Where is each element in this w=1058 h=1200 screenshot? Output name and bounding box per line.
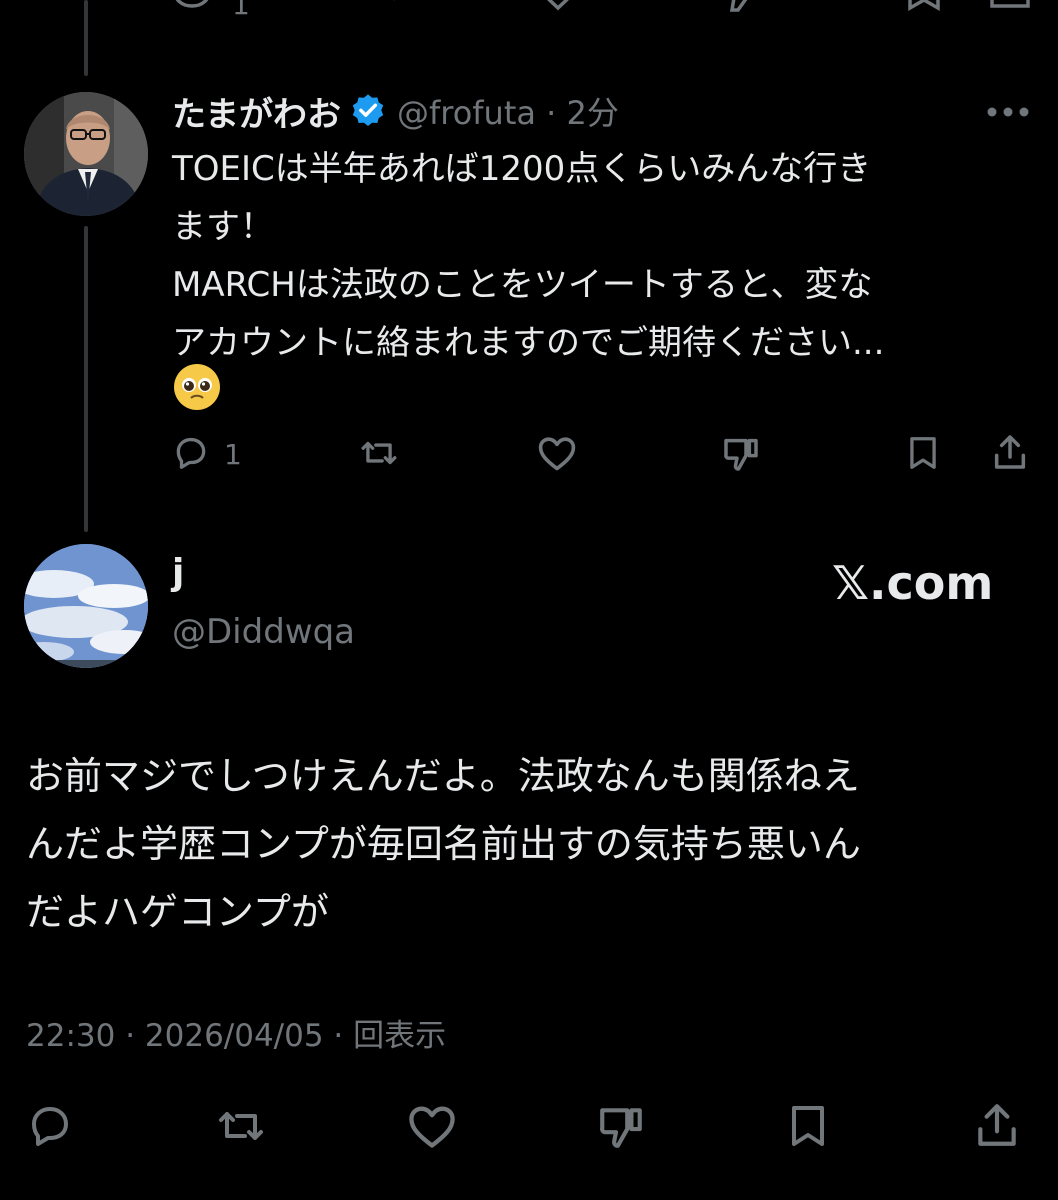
share-icon[interactable] — [988, 0, 1032, 18]
tweet-text: お前マジでしつけえんだよ。法政なんも関係ねえ んだよ学歴コンプが毎回名前出すの気… — [26, 742, 1036, 946]
author-name[interactable]: j — [172, 552, 184, 593]
bookmark-icon[interactable] — [784, 1102, 832, 1150]
dislike-icon[interactable] — [596, 1102, 646, 1152]
tweet-text-line: んだよ学歴コンプが毎回名前出すの気持ち悪いん — [26, 822, 861, 866]
tweet-text-line: アカウントに絡まれますのでご期待ください... — [172, 323, 885, 363]
bookmark-icon[interactable] — [904, 434, 942, 472]
retweet-icon[interactable] — [358, 434, 400, 472]
verified-badge-icon — [349, 92, 387, 130]
tweet-header: たまがわお @frofuta · 2分 — [172, 86, 619, 136]
more-icon[interactable] — [986, 106, 1030, 118]
dislike-icon[interactable] — [720, 434, 762, 474]
tweet-timestamp-views[interactable]: 22:30 · 2026/04/05 · 回表示 — [26, 1010, 446, 1055]
retweet-icon[interactable] — [214, 1102, 268, 1150]
author-handle-time[interactable]: @frofuta · 2分 — [397, 88, 619, 134]
tweet-text-line: だよハゲコンプが — [26, 890, 329, 934]
tweet-text-line: TOEICは半年あれば1200点くらいみんな行き — [172, 149, 872, 189]
like-icon[interactable] — [536, 434, 578, 472]
tweet-text-line: MARCHは法政のことをツイートすると、変な — [172, 265, 873, 305]
like-icon[interactable] — [406, 1102, 458, 1150]
author-name[interactable]: たまがわお — [172, 87, 341, 136]
bookmark-icon[interactable] — [904, 0, 944, 18]
avatar[interactable] — [24, 544, 148, 668]
retweet-icon[interactable] — [358, 0, 402, 18]
x-com-watermark: 𝕏.com — [832, 556, 994, 610]
author-handle[interactable]: @Diddwqa — [172, 612, 355, 652]
thread-line-top — [84, 0, 88, 76]
reply-count: 1 — [224, 438, 242, 471]
tweet-text-line: お前マジでしつけえんだよ。法政なんも関係ねえ — [26, 754, 860, 798]
share-icon[interactable] — [990, 432, 1030, 472]
reply-icon[interactable] — [26, 1102, 74, 1150]
tweet-text: TOEICは半年あれば1200点くらいみんな行き ます！ MARCHは法政のこと… — [172, 140, 1012, 372]
thread-line-bottom — [84, 226, 88, 532]
like-icon[interactable] — [536, 0, 580, 18]
tweet-text-line: ます！ — [172, 207, 274, 247]
reply-icon[interactable] — [172, 434, 210, 472]
dislike-icon[interactable] — [718, 0, 762, 18]
top-reply-count: 1 — [232, 0, 250, 21]
avatar[interactable] — [24, 92, 148, 216]
pleading-face-emoji — [174, 364, 220, 410]
share-icon[interactable] — [972, 1100, 1022, 1150]
reply-icon[interactable] — [170, 0, 214, 18]
